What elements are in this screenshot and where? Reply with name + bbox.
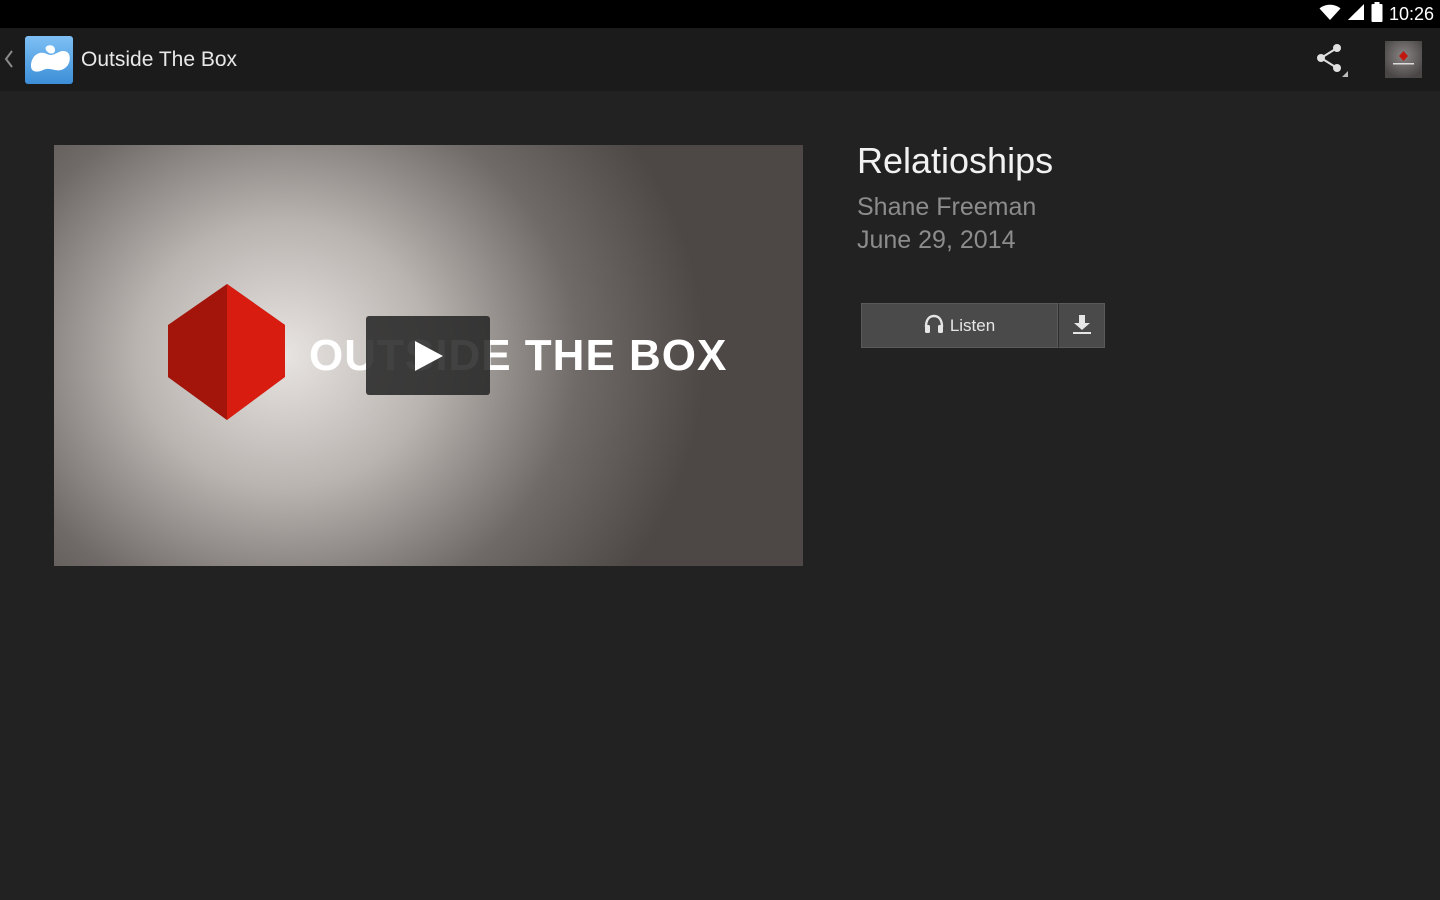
media-actions: Listen bbox=[861, 303, 1105, 348]
download-icon bbox=[1071, 313, 1093, 339]
share-button[interactable] bbox=[1310, 40, 1350, 80]
share-icon bbox=[1310, 44, 1350, 84]
wifi-icon bbox=[1319, 3, 1341, 25]
battery-icon bbox=[1371, 2, 1383, 26]
sermon-title: Relatioships bbox=[857, 140, 1054, 181]
listen-button[interactable]: Listen bbox=[861, 303, 1058, 348]
download-button[interactable] bbox=[1058, 303, 1105, 348]
sermon-speaker: Shane Freeman bbox=[857, 193, 1037, 221]
listen-label: Listen bbox=[949, 315, 996, 335]
action-bar: Outside The Box bbox=[0, 28, 1440, 91]
headphones-icon bbox=[924, 314, 944, 338]
play-button[interactable] bbox=[366, 316, 490, 395]
sermon-date: June 29, 2014 bbox=[857, 226, 1016, 254]
app-logo-icon[interactable] bbox=[25, 36, 73, 84]
chevron-left-icon[interactable] bbox=[2, 46, 16, 72]
sermon-detail: OUTSIDE THE BOX Relatioships Shane Freem… bbox=[0, 91, 1440, 900]
status-bar: 10:26 bbox=[0, 0, 1440, 28]
play-icon bbox=[415, 341, 443, 371]
video-player[interactable]: OUTSIDE THE BOX bbox=[54, 145, 803, 566]
series-thumbnail[interactable] bbox=[1385, 41, 1422, 78]
cell-signal-icon bbox=[1347, 3, 1365, 25]
status-icons: 10:26 bbox=[1319, 2, 1434, 26]
app-title[interactable]: Outside The Box bbox=[81, 46, 237, 74]
status-time: 10:26 bbox=[1388, 4, 1434, 24]
